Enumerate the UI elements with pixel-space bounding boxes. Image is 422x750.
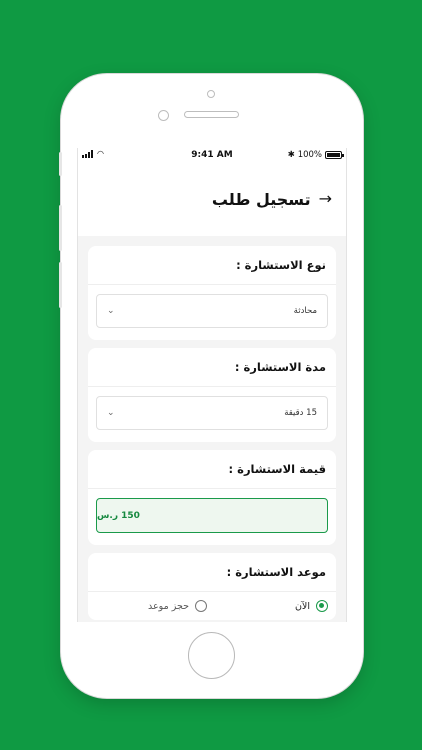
- radio-selected-icon[interactable]: [316, 600, 328, 612]
- consultation-price-value: 150 ر.س: [96, 498, 328, 533]
- arrow-right-icon[interactable]: →: [319, 191, 332, 207]
- consultation-type-value: محادثة: [293, 306, 317, 316]
- chevron-down-icon: ⌄: [107, 408, 115, 418]
- volume-down-button: [59, 262, 62, 308]
- consultation-time-options: الآن حجز موعد: [88, 592, 336, 620]
- consultation-time-label: موعد الاستشارة :: [88, 553, 336, 592]
- consultation-price-label: قيمة الاستشارة :: [88, 450, 336, 489]
- time-option-schedule[interactable]: حجز موعد: [148, 600, 207, 612]
- app-screen: ◠ 9:41 AM ✱ 100% تسجيل طلب → نوع الاستشا…: [77, 148, 347, 622]
- app-header: تسجيل طلب →: [78, 162, 346, 236]
- page-title: تسجيل طلب: [211, 189, 311, 209]
- time-option-now[interactable]: الآن: [295, 600, 328, 612]
- proximity-sensor: [158, 110, 169, 121]
- battery-icon: [325, 151, 344, 159]
- home-button: [188, 632, 235, 679]
- consultation-type-card: نوع الاستشارة : ⌄ محادثة: [88, 246, 336, 340]
- radio-unselected-icon[interactable]: [194, 600, 207, 612]
- front-camera: [207, 90, 215, 98]
- time-option-now-label: الآن: [294, 600, 310, 612]
- earpiece-speaker: [184, 111, 239, 118]
- consultation-duration-label: مدة الاستشارة :: [88, 348, 336, 387]
- status-right: ✱ 100%: [287, 150, 344, 160]
- status-bar: ◠ 9:41 AM ✱ 100%: [78, 148, 346, 162]
- consultation-time-card: موعد الاستشارة : الآن حجز موعد: [88, 553, 336, 620]
- chevron-down-icon: ⌄: [107, 306, 115, 316]
- bluetooth-icon: ✱: [287, 150, 295, 160]
- volume-up-button: [59, 205, 62, 251]
- consultation-duration-card: مدة الاستشارة : ⌄ 15 دقيقة: [88, 348, 336, 442]
- form-content: نوع الاستشارة : ⌄ محادثة مدة الاستشارة :…: [78, 236, 346, 622]
- battery-percent: 100%: [297, 150, 322, 160]
- time-option-schedule-label: حجز موعد: [148, 600, 189, 612]
- consultation-duration-select[interactable]: ⌄ 15 دقيقة: [96, 396, 328, 430]
- consultation-price-card: قيمة الاستشارة : 150 ر.س: [88, 450, 336, 545]
- consultation-type-label: نوع الاستشارة :: [88, 246, 336, 285]
- consultation-type-select[interactable]: ⌄ محادثة: [96, 294, 328, 328]
- mute-switch: [59, 152, 62, 176]
- consultation-duration-value: 15 دقيقة: [284, 408, 317, 418]
